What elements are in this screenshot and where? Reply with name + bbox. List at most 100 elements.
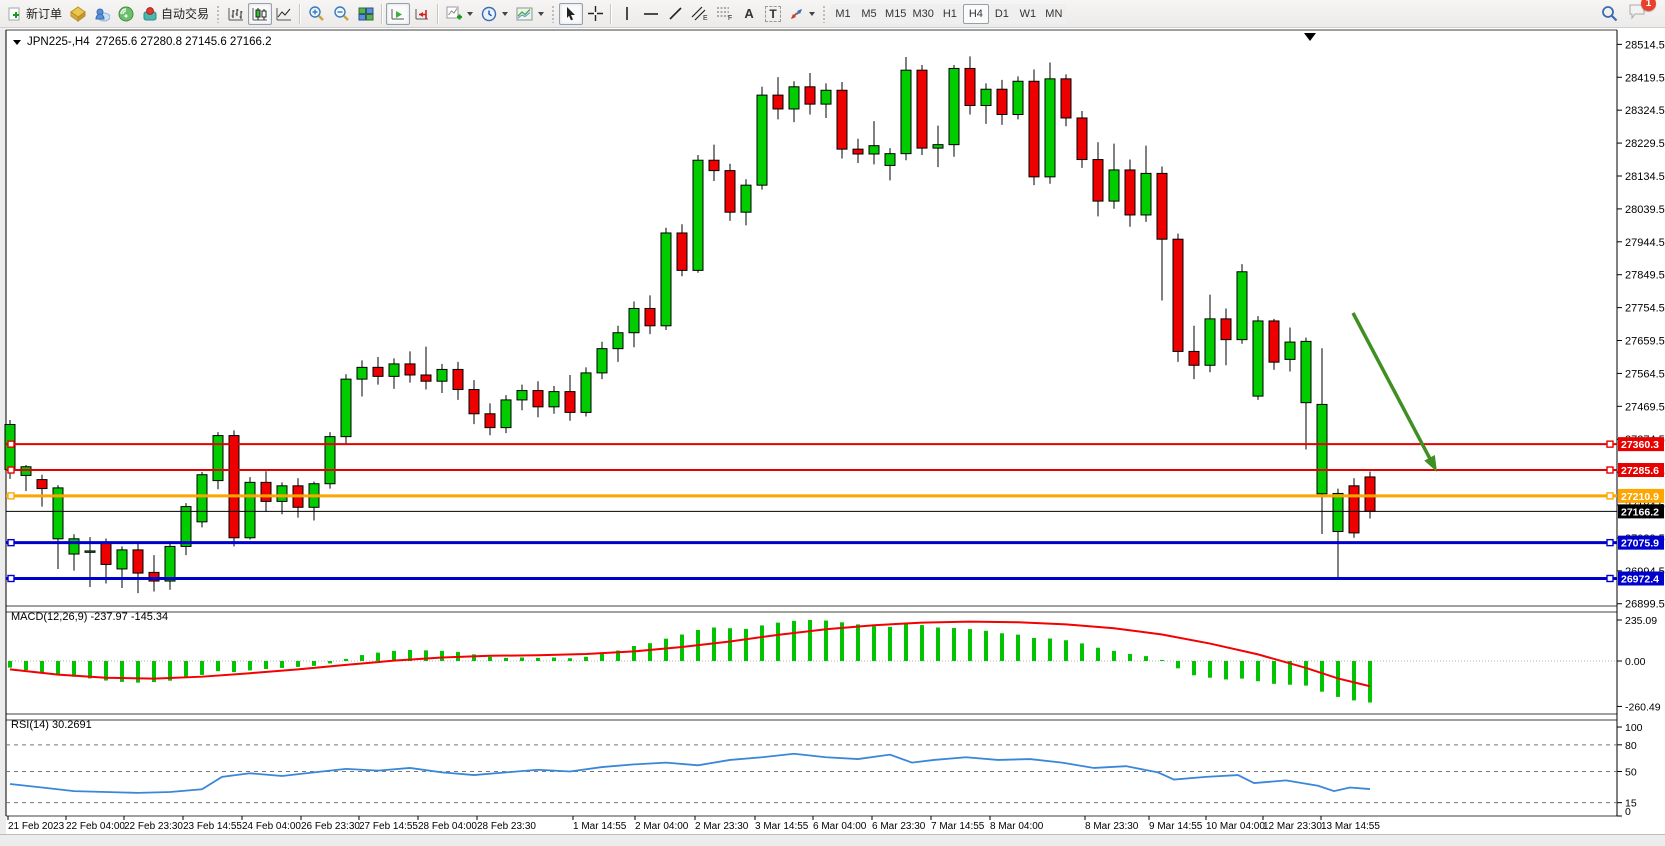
- svg-text:F: F: [728, 15, 732, 21]
- profile-button[interactable]: [90, 3, 114, 25]
- candlestick-chart-button[interactable]: [248, 3, 272, 25]
- svg-text:27469.5: 27469.5: [1625, 401, 1665, 413]
- chart-shift-button[interactable]: [410, 3, 434, 25]
- svg-text:2 Mar 23:30: 2 Mar 23:30: [695, 821, 749, 832]
- trendline-icon: [668, 6, 683, 21]
- svg-text:8 Mar 04:00: 8 Mar 04:00: [990, 821, 1044, 832]
- svg-text:27166.2: 27166.2: [1621, 506, 1659, 518]
- svg-text:27564.5: 27564.5: [1625, 368, 1665, 380]
- auto-trading-button[interactable]: 自动交易: [138, 3, 213, 25]
- toolbar-separator: [299, 4, 301, 24]
- indicators-button[interactable]: [442, 3, 477, 25]
- svg-text:13 Mar 14:55: 13 Mar 14:55: [1321, 821, 1380, 832]
- market-watch-button[interactable]: [66, 3, 90, 25]
- svg-text:27 Feb 14:55: 27 Feb 14:55: [359, 821, 418, 832]
- vertical-line-icon: [621, 6, 633, 21]
- trendline-tool-button[interactable]: [663, 3, 687, 25]
- tile-windows-icon: [358, 7, 374, 21]
- svg-text:8 Mar 23:30: 8 Mar 23:30: [1085, 821, 1139, 832]
- fibonacci-icon: F: [716, 6, 733, 21]
- timeframe-button-H1[interactable]: H1: [937, 4, 963, 24]
- crosshair-icon: [588, 6, 603, 21]
- tile-windows-button[interactable]: [354, 3, 378, 25]
- search-icon[interactable]: [1601, 5, 1618, 22]
- svg-text:27944.5: 27944.5: [1625, 237, 1665, 249]
- timeframe-button-MN[interactable]: MN: [1041, 4, 1067, 24]
- equidistant-channel-icon: E: [691, 6, 708, 21]
- svg-text:28 Feb 04:00: 28 Feb 04:00: [418, 821, 477, 832]
- trading-terminal-window: 28514.528419.528324.528229.528134.528039…: [0, 0, 1665, 846]
- signal-icon: [118, 6, 134, 22]
- svg-text:27210.9: 27210.9: [1621, 491, 1659, 503]
- svg-text:28039.5: 28039.5: [1625, 204, 1665, 216]
- notification-badge: 1: [1641, 0, 1656, 11]
- fibonacci-tool-button[interactable]: F: [712, 3, 737, 25]
- chart-title: JPN225-,H4 27265.6 27280.8 27145.6 27166…: [13, 36, 272, 48]
- zoom-out-button[interactable]: [329, 3, 354, 25]
- svg-text:10 Mar 04:00: 10 Mar 04:00: [1206, 821, 1265, 832]
- timeframe-button-W1[interactable]: W1: [1015, 4, 1041, 24]
- timeframe-button-M5[interactable]: M5: [856, 4, 882, 24]
- svg-text:-260.49: -260.49: [1625, 701, 1661, 713]
- timeframe-button-D1[interactable]: D1: [989, 4, 1015, 24]
- periods-button[interactable]: [477, 3, 512, 25]
- zoom-in-icon: [308, 5, 325, 22]
- svg-text:7 Mar 14:55: 7 Mar 14:55: [931, 821, 985, 832]
- zoom-in-button[interactable]: [304, 3, 329, 25]
- chat-button[interactable]: 1: [1628, 3, 1647, 25]
- clock-icon: [481, 6, 497, 22]
- svg-text:0: 0: [1625, 806, 1631, 818]
- toolbar-grip: [216, 5, 221, 23]
- chart-menu-icon[interactable]: [13, 40, 21, 45]
- svg-text:26972.4: 26972.4: [1621, 573, 1659, 585]
- chart-canvas[interactable]: 28514.528419.528324.528229.528134.528039…: [0, 0, 1665, 846]
- svg-text:2 Mar 04:00: 2 Mar 04:00: [635, 821, 689, 832]
- svg-text:28514.5: 28514.5: [1625, 39, 1665, 51]
- toolbar-grip: [822, 5, 827, 23]
- dropdown-caret-icon: [809, 12, 815, 16]
- chart-ohlc-values: 27265.6 27280.8 27145.6 27166.2: [96, 36, 272, 48]
- vertical-line-tool-button[interactable]: [615, 3, 639, 25]
- horizontal-line-tool-button[interactable]: [639, 3, 663, 25]
- svg-text:27659.5: 27659.5: [1625, 336, 1665, 348]
- svg-text:9 Mar 14:55: 9 Mar 14:55: [1149, 821, 1203, 832]
- svg-text:26 Feb 23:30: 26 Feb 23:30: [301, 821, 360, 832]
- crosshair-tool-button[interactable]: [583, 3, 607, 25]
- svg-text:12 Mar 23:30: 12 Mar 23:30: [1263, 821, 1322, 832]
- channel-tool-button[interactable]: E: [687, 3, 712, 25]
- text-tool-button[interactable]: A: [737, 3, 761, 25]
- line-chart-button[interactable]: [272, 3, 296, 25]
- profile-cloud-icon: [94, 6, 110, 22]
- arrows-tool-button[interactable]: [785, 3, 819, 25]
- timeframe-button-M30[interactable]: M30: [909, 4, 936, 24]
- templates-button[interactable]: [512, 3, 548, 25]
- toolbar-separator: [610, 4, 612, 24]
- svg-text:80: 80: [1625, 740, 1637, 752]
- new-order-button[interactable]: 新订单: [4, 3, 66, 25]
- candlestick-chart-icon: [252, 7, 268, 21]
- line-chart-icon: [276, 7, 292, 21]
- toolbar: 新订单: [0, 0, 1665, 28]
- timeframe-button-M15[interactable]: M15: [882, 4, 909, 24]
- indicators-icon: [446, 6, 462, 21]
- auto-scroll-button[interactable]: [386, 3, 410, 25]
- svg-text:22 Feb 04:00: 22 Feb 04:00: [66, 821, 125, 832]
- bar-chart-button[interactable]: [224, 3, 248, 25]
- cursor-tool-button[interactable]: [559, 3, 583, 25]
- timeframe-button-H4[interactable]: H4: [963, 4, 989, 24]
- toolbar-separator: [381, 4, 383, 24]
- svg-text:6 Mar 23:30: 6 Mar 23:30: [872, 821, 926, 832]
- svg-text:28229.5: 28229.5: [1625, 138, 1665, 150]
- news-signal-button[interactable]: [114, 3, 138, 25]
- svg-text:26899.5: 26899.5: [1625, 599, 1665, 611]
- new-order-icon: [8, 6, 23, 21]
- label-tool-button[interactable]: T: [761, 3, 785, 25]
- svg-text:28419.5: 28419.5: [1625, 72, 1665, 84]
- label-tool-glyph: T: [765, 6, 780, 22]
- text-tool-glyph: A: [744, 6, 753, 21]
- cursor-icon: [564, 6, 578, 21]
- svg-text:27285.6: 27285.6: [1621, 465, 1659, 477]
- timeframe-button-M1[interactable]: M1: [830, 4, 856, 24]
- zoom-out-icon: [333, 5, 350, 22]
- svg-text:22 Feb 23:30: 22 Feb 23:30: [124, 821, 183, 832]
